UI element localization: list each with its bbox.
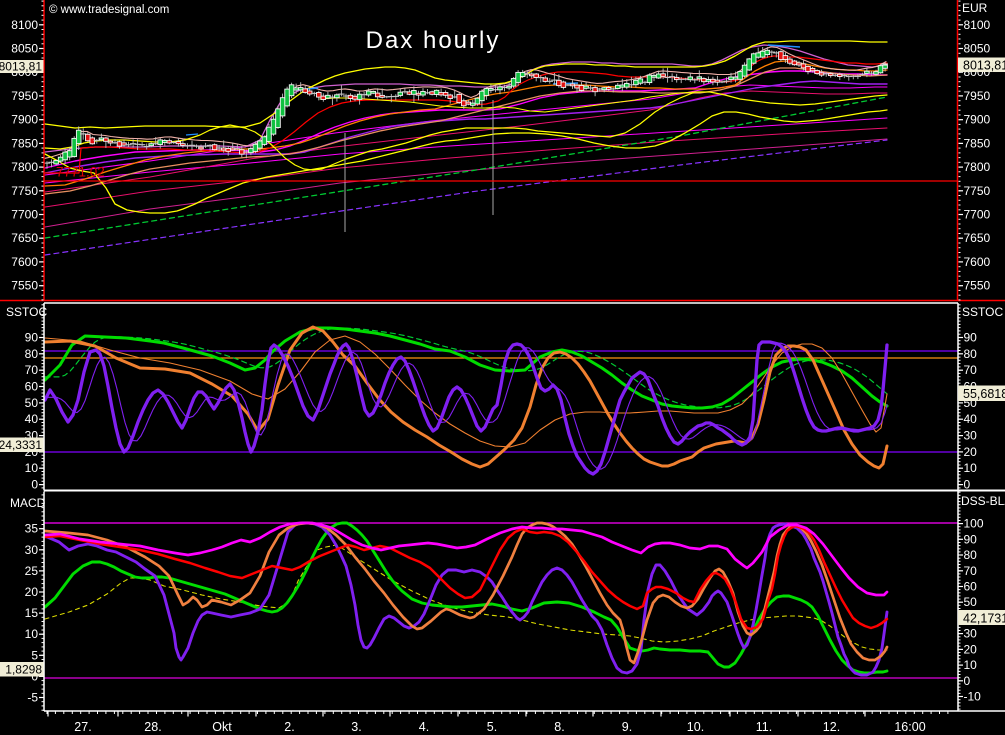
svg-text:7600: 7600 bbox=[11, 255, 38, 269]
svg-text:7850: 7850 bbox=[11, 136, 38, 150]
svg-text:7800: 7800 bbox=[11, 160, 38, 174]
svg-text:40: 40 bbox=[964, 412, 978, 426]
svg-text:55,6818: 55,6818 bbox=[963, 387, 1005, 401]
svg-text:7700: 7700 bbox=[964, 208, 991, 222]
svg-text:SSTOC: SSTOC bbox=[962, 305, 1003, 319]
svg-text:100: 100 bbox=[964, 517, 984, 531]
svg-text:70: 70 bbox=[964, 564, 978, 578]
svg-text:25: 25 bbox=[25, 564, 39, 578]
svg-text:0: 0 bbox=[964, 674, 971, 688]
svg-text:30: 30 bbox=[964, 429, 978, 443]
svg-text:8013,81: 8013,81 bbox=[0, 60, 42, 74]
svg-text:27.: 27. bbox=[74, 720, 91, 734]
svg-text:10: 10 bbox=[964, 658, 978, 672]
svg-text:16:00: 16:00 bbox=[894, 720, 925, 734]
svg-text:-5: -5 bbox=[27, 691, 38, 705]
svg-text:90: 90 bbox=[964, 331, 978, 345]
svg-text:42,1731: 42,1731 bbox=[963, 612, 1005, 626]
svg-text:90: 90 bbox=[964, 532, 978, 546]
svg-text:10: 10 bbox=[25, 461, 39, 475]
svg-text:4.: 4. bbox=[419, 720, 429, 734]
svg-text:40: 40 bbox=[25, 412, 39, 426]
svg-text:80: 80 bbox=[964, 548, 978, 562]
svg-text:8050: 8050 bbox=[11, 42, 38, 56]
svg-text:10: 10 bbox=[964, 461, 978, 475]
svg-text:5: 5 bbox=[31, 648, 38, 662]
svg-text:11.: 11. bbox=[756, 720, 772, 734]
svg-text:20: 20 bbox=[25, 585, 39, 599]
svg-text:24,3331: 24,3331 bbox=[0, 438, 42, 452]
svg-text:60: 60 bbox=[25, 380, 39, 394]
svg-text:-10: -10 bbox=[964, 690, 982, 704]
svg-text:7800: 7800 bbox=[964, 160, 991, 174]
svg-text:90: 90 bbox=[25, 331, 39, 345]
svg-text:7650: 7650 bbox=[964, 231, 991, 245]
svg-text:Okt: Okt bbox=[212, 720, 232, 734]
svg-text:7750: 7750 bbox=[964, 184, 991, 198]
svg-text:7600: 7600 bbox=[964, 255, 991, 269]
svg-text:SSTOC: SSTOC bbox=[6, 305, 47, 319]
svg-text:0: 0 bbox=[964, 478, 971, 492]
svg-text:20: 20 bbox=[964, 445, 978, 459]
svg-text:50: 50 bbox=[25, 396, 39, 410]
svg-text:70: 70 bbox=[964, 363, 978, 377]
svg-text:10: 10 bbox=[25, 627, 39, 641]
svg-text:8100: 8100 bbox=[11, 18, 38, 32]
svg-text:28.: 28. bbox=[144, 720, 161, 734]
svg-text:5.: 5. bbox=[487, 720, 497, 734]
svg-text:80: 80 bbox=[964, 347, 978, 361]
svg-text:8013,81: 8013,81 bbox=[963, 59, 1005, 73]
svg-text:30: 30 bbox=[964, 627, 978, 641]
svg-text:7900: 7900 bbox=[11, 113, 38, 127]
svg-text:50: 50 bbox=[964, 595, 978, 609]
svg-text:30: 30 bbox=[25, 543, 39, 557]
svg-text:7550: 7550 bbox=[11, 279, 38, 293]
svg-text:7771.02: 7771.02 bbox=[56, 165, 105, 180]
svg-text:70: 70 bbox=[25, 363, 39, 377]
svg-text:7950: 7950 bbox=[964, 89, 991, 103]
svg-text:12.: 12. bbox=[823, 720, 840, 734]
svg-text:2.: 2. bbox=[284, 720, 294, 734]
svg-text:7700: 7700 bbox=[11, 208, 38, 222]
svg-text:80: 80 bbox=[25, 347, 39, 361]
svg-text:© www.tradesignal.com: © www.tradesignal.com bbox=[49, 4, 169, 16]
svg-text:7750: 7750 bbox=[11, 184, 38, 198]
svg-text:35: 35 bbox=[25, 522, 39, 536]
svg-text:7900: 7900 bbox=[964, 113, 991, 127]
svg-text:9.: 9. bbox=[622, 720, 632, 734]
svg-text:8100: 8100 bbox=[964, 18, 991, 32]
svg-text:10.: 10. bbox=[687, 720, 704, 734]
svg-text:8.: 8. bbox=[554, 720, 564, 734]
svg-text:7950: 7950 bbox=[11, 89, 38, 103]
svg-text:7850: 7850 bbox=[964, 136, 991, 150]
svg-text:7550: 7550 bbox=[964, 279, 991, 293]
svg-text:8050: 8050 bbox=[964, 42, 991, 56]
svg-text:EUR: EUR bbox=[962, 1, 988, 15]
svg-text:Dax hourly: Dax hourly bbox=[366, 27, 501, 54]
svg-text:0: 0 bbox=[31, 478, 38, 492]
svg-text:MACD: MACD bbox=[10, 496, 46, 510]
svg-text:DSS-BLA: DSS-BLA bbox=[961, 494, 1005, 508]
svg-text:1,8298: 1,8298 bbox=[5, 663, 42, 677]
svg-text:7650: 7650 bbox=[11, 231, 38, 245]
svg-text:60: 60 bbox=[964, 580, 978, 594]
svg-text:20: 20 bbox=[964, 642, 978, 656]
svg-text:3.: 3. bbox=[351, 720, 361, 734]
svg-text:15: 15 bbox=[25, 606, 39, 620]
